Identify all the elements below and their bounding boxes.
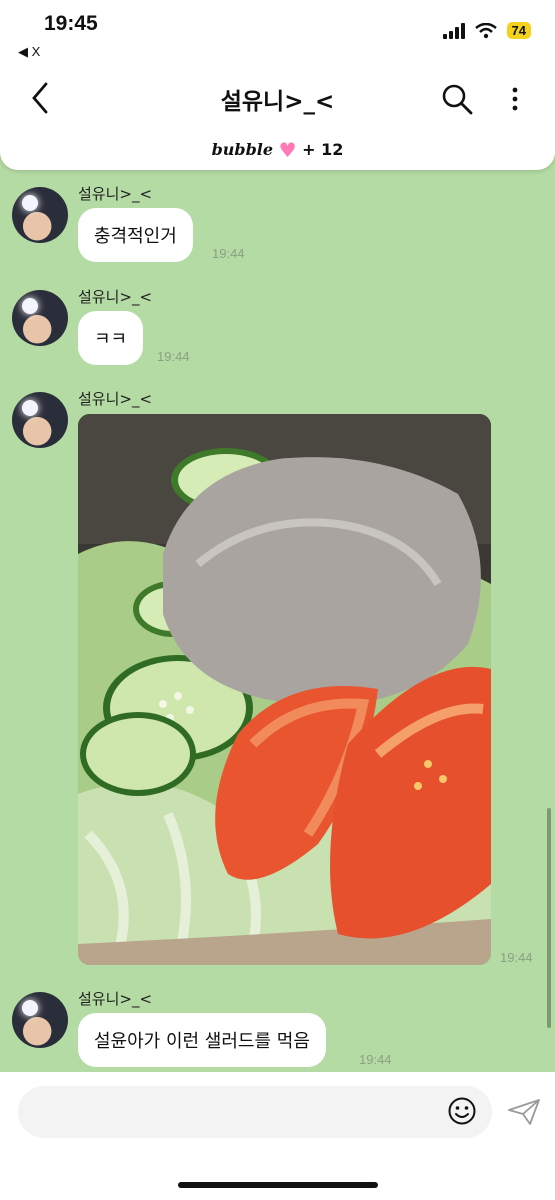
search-icon[interactable] (440, 82, 474, 116)
sender-name: 설유니>_< (78, 185, 153, 203)
avatar[interactable] (12, 290, 68, 346)
avatar[interactable] (12, 187, 68, 243)
heart-icon: ♥ (278, 138, 297, 162)
message-bubble[interactable]: 충격적인거 (78, 208, 193, 262)
message-time: 19:44 (359, 1052, 392, 1067)
avatar[interactable] (12, 392, 68, 448)
send-icon[interactable] (506, 1097, 542, 1127)
battery-indicator: 74 (506, 22, 531, 39)
status-time: 19:45 (44, 12, 98, 35)
message-bubble[interactable]: ㅋㅋ (78, 311, 144, 365)
back-to-app-link[interactable]: ◀ X (18, 44, 40, 60)
sender-name: 설유니>_< (78, 990, 153, 1008)
sender-name: 설유니>_< (78, 288, 153, 306)
message-input[interactable] (18, 1086, 492, 1138)
bubble-count: + 12 (302, 140, 344, 159)
wifi-icon (474, 22, 497, 38)
scrollbar[interactable] (547, 808, 551, 1028)
message-composer (0, 1072, 555, 1200)
message-time: 19:44 (500, 950, 533, 965)
salad-photo[interactable] (78, 414, 491, 965)
emoji-icon[interactable] (447, 1096, 477, 1126)
message-time: 19:44 (157, 349, 190, 364)
top-header: 19:45 ◀ X 74 설유니>_< bubble ♥ + 12 (0, 0, 555, 170)
signal-icon (442, 22, 465, 39)
more-icon[interactable] (505, 84, 525, 114)
sender-name: 설유니>_< (78, 390, 153, 408)
salad-illustration (78, 414, 491, 965)
bubble-subscription[interactable]: bubble ♥ + 12 (0, 138, 555, 162)
bubble-brand: bubble (211, 140, 274, 159)
message-bubble[interactable]: 설윤아가 이런 샐러드를 먹음 (78, 1013, 326, 1067)
status-icons: 74 (442, 22, 531, 39)
avatar[interactable] (12, 992, 68, 1048)
message-time: 19:44 (212, 246, 245, 261)
home-indicator (178, 1182, 378, 1188)
